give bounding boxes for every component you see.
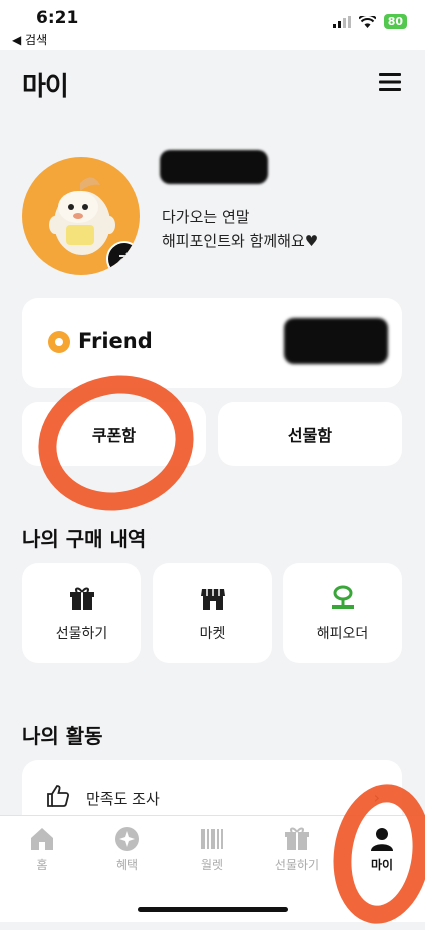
person-icon bbox=[371, 828, 393, 851]
swap-arrows-icon bbox=[117, 252, 131, 266]
redacted-username bbox=[160, 150, 268, 184]
purchase-history-title: 나의 구매 내역 bbox=[22, 527, 147, 551]
tab-label-wallet: 월렛 bbox=[200, 858, 224, 872]
home-icon bbox=[31, 828, 53, 850]
tab-wallet[interactable]: 월렛 bbox=[177, 826, 247, 873]
profile-greeting: 다가오는 연말 해피포인트와 함께해요♥ bbox=[162, 205, 318, 253]
battery-indicator: 80 bbox=[383, 14, 407, 29]
switch-profile-button[interactable] bbox=[106, 241, 140, 275]
greeting-line-2: 해피포인트와 함께해요♥ bbox=[162, 232, 319, 250]
gift-box-button[interactable]: 선물함 bbox=[218, 402, 402, 466]
wallet-icon bbox=[201, 829, 223, 849]
status-icons: 80 bbox=[332, 14, 407, 29]
thumbs-up-icon bbox=[47, 785, 70, 807]
coupon-box-label: 쿠폰함 bbox=[91, 426, 137, 445]
tab-label-my: 마이 bbox=[370, 858, 394, 872]
page-header: 마이 bbox=[0, 50, 425, 120]
greeting-line-1: 다가오는 연말 bbox=[162, 208, 250, 226]
chevron-right-icon: › bbox=[373, 788, 380, 807]
tab-benefit[interactable]: 혜택 bbox=[92, 826, 162, 873]
back-to-search-link[interactable]: ◀ 검색 bbox=[12, 31, 47, 48]
tab-label-gift: 선물하기 bbox=[274, 858, 320, 872]
signal-icon bbox=[332, 15, 351, 28]
profile-section: 다가오는 연말 해피포인트와 함께해요♥ bbox=[22, 145, 402, 275]
gift-icon bbox=[69, 587, 94, 610]
happy-order-icon bbox=[331, 585, 354, 609]
bottom-tab-bar: 홈 혜택 월렛 선물하기 마이 bbox=[0, 815, 425, 922]
gift-box-label: 선물함 bbox=[287, 426, 333, 445]
avatar[interactable] bbox=[22, 157, 140, 275]
tab-label-home: 홈 bbox=[36, 858, 48, 872]
activity-title: 나의 활동 bbox=[22, 724, 103, 748]
benefit-icon bbox=[115, 827, 139, 851]
redacted-points bbox=[284, 318, 388, 364]
coupon-box-button[interactable]: 쿠폰함 bbox=[22, 402, 206, 466]
tab-my[interactable]: 마이 bbox=[347, 826, 417, 873]
tab-gift[interactable]: 선물하기 bbox=[262, 826, 332, 873]
purchase-tile-market[interactable]: 마켓 bbox=[153, 563, 272, 663]
tab-home[interactable]: 홈 bbox=[7, 826, 77, 873]
page-title: 마이 bbox=[22, 72, 69, 102]
membership-card[interactable]: Friend bbox=[22, 298, 402, 388]
tile-label-market: 마켓 bbox=[199, 626, 226, 642]
tile-label-happy-order: 해피오더 bbox=[316, 626, 369, 642]
tile-label-gift: 선물하기 bbox=[55, 626, 108, 642]
purchase-tile-gift[interactable]: 선물하기 bbox=[22, 563, 141, 663]
purchase-tile-happy-order[interactable]: 해피오더 bbox=[283, 563, 402, 663]
grade-badge-icon bbox=[48, 331, 70, 353]
hamburger-menu-icon[interactable] bbox=[379, 72, 401, 92]
gift-icon bbox=[285, 827, 309, 850]
home-indicator bbox=[138, 907, 288, 912]
store-icon bbox=[200, 589, 225, 610]
status-time: 6:21 bbox=[36, 8, 79, 28]
status-bar: 6:21 ◀ 검색 80 bbox=[0, 0, 425, 50]
survey-label: 만족도 조사 bbox=[86, 790, 160, 808]
membership-grade: Friend bbox=[78, 329, 153, 353]
tab-label-benefit: 혜택 bbox=[115, 858, 139, 872]
wifi-icon bbox=[358, 15, 376, 28]
